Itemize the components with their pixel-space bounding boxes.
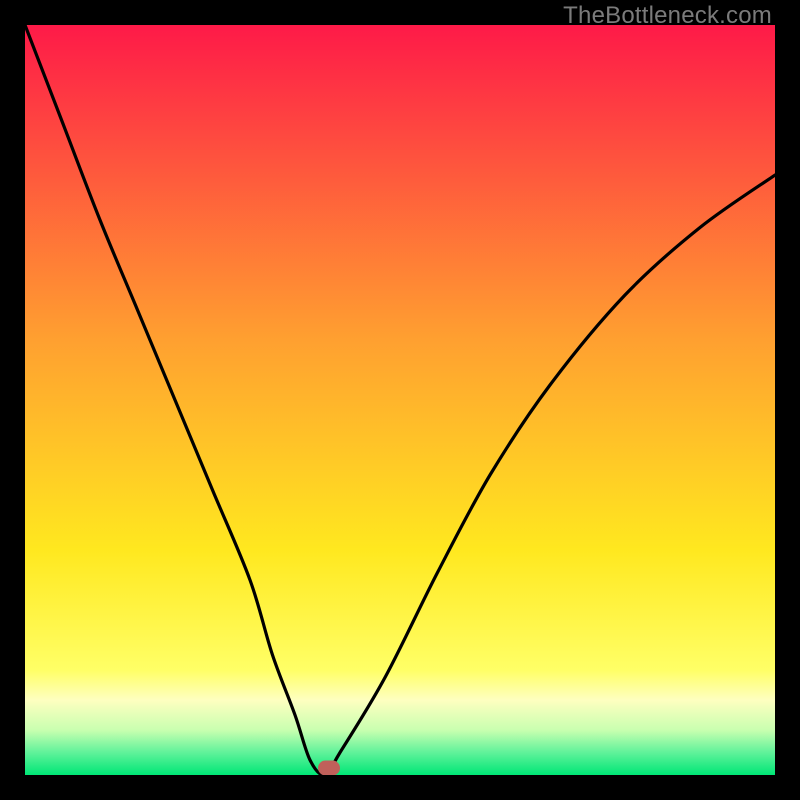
chart-frame: TheBottleneck.com [0,0,800,800]
optimum-marker-icon [318,760,340,775]
bottleneck-curve [25,25,775,775]
plot-area [25,25,775,775]
watermark-text: TheBottleneck.com [563,2,772,30]
